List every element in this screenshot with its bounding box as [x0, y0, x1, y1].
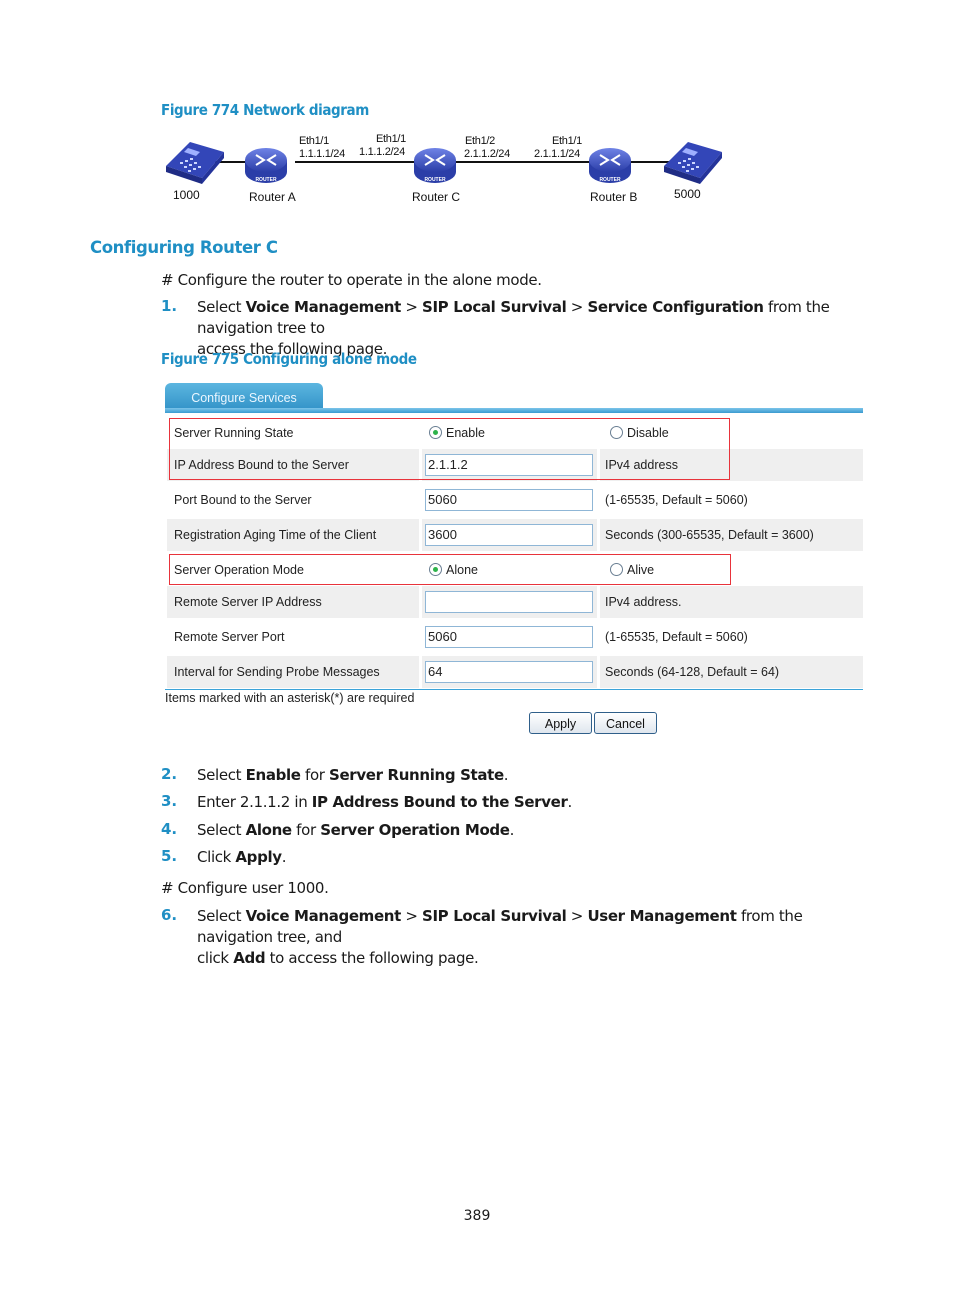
port-input[interactable]: 5060: [425, 489, 593, 511]
probe-interval-input[interactable]: 64: [425, 661, 593, 683]
svg-text:ROUTER: ROUTER: [255, 177, 277, 183]
node-label-router-b: Router B: [590, 190, 638, 204]
phone-icon-1000: [166, 142, 224, 184]
label-port: Port Bound to the Server: [174, 493, 312, 507]
if-c2-ip: 2.1.1.2/24: [464, 148, 510, 160]
svg-text:ROUTER: ROUTER: [599, 177, 621, 183]
if-b-ip: 2.1.1.1/24: [534, 148, 580, 160]
step-4-number: 4.: [161, 820, 178, 838]
step-5-text: Click Apply.: [197, 848, 287, 866]
cell-divider: [597, 586, 600, 618]
if-a-ip: 1.1.1.1/24: [299, 148, 345, 160]
row-probe-interval: Interval for Sending Probe Messages 64 S…: [167, 656, 863, 688]
section-title: Configuring Router C: [90, 238, 278, 257]
node-label-router-c: Router C: [412, 190, 461, 204]
apply-button[interactable]: Apply: [529, 712, 592, 734]
highlight-box-operation-mode: [169, 554, 731, 585]
label-probe-interval: Interval for Sending Probe Messages: [174, 665, 380, 679]
if-b-port: Eth1/1: [552, 135, 583, 147]
cell-divider: [419, 519, 422, 551]
router-icon-a: ROUTER: [245, 148, 287, 183]
node-label-router-a: Router A: [249, 190, 296, 204]
step-2-number: 2.: [161, 765, 178, 783]
label-remote-port: Remote Server Port: [174, 630, 285, 644]
hint-remote-ip: IPv4 address.: [605, 595, 682, 609]
remote-port-input[interactable]: 5060: [425, 626, 593, 648]
aging-time-input[interactable]: 3600: [425, 524, 593, 546]
row-remote-ip: Remote Server IP Address IPv4 address.: [167, 586, 863, 618]
if-c1-port: Eth1/1: [376, 133, 407, 145]
step-1-number: 1.: [161, 297, 178, 315]
hint-aging-time: Seconds (300-65535, Default = 3600): [605, 528, 814, 542]
cell-divider: [419, 586, 422, 618]
if-a-port: Eth1/1: [299, 135, 330, 147]
configure-user-text: # Configure user 1000.: [161, 879, 329, 897]
node-label-5000: 5000: [674, 187, 701, 201]
step-6-number: 6.: [161, 906, 178, 924]
phone-icon-5000: [664, 142, 722, 184]
router-icon-b: ROUTER: [589, 148, 631, 183]
step-3-number: 3.: [161, 792, 178, 810]
step-3-text: Enter 2.1.1.2 in IP Address Bound to the…: [197, 793, 572, 811]
hint-remote-port: (1-65535, Default = 5060): [605, 630, 748, 644]
router-icon-c: ROUTER: [414, 148, 456, 183]
node-label-1000: 1000: [173, 188, 200, 202]
label-remote-ip: Remote Server IP Address: [174, 595, 322, 609]
intro-text: # Configure the router to operate in the…: [161, 271, 542, 289]
hint-port: (1-65535, Default = 5060): [605, 493, 748, 507]
svg-text:ROUTER: ROUTER: [424, 177, 446, 183]
remote-ip-input[interactable]: [425, 591, 593, 613]
step-6-text: Select Voice Management > SIP Local Surv…: [197, 907, 803, 967]
cell-divider: [597, 519, 600, 551]
cell-divider: [419, 656, 422, 688]
tab-underline: [165, 408, 863, 413]
network-diagram: ROUTER ROUTER ROUTER Eth1/1 1.1.1.1/24 E…: [160, 130, 760, 210]
required-note: Items marked with an asterisk(*) are req…: [165, 691, 415, 705]
step-4-text: Select Alone for Server Operation Mode.: [197, 821, 515, 839]
if-c2-port: Eth1/2: [465, 135, 496, 147]
page-number: 389: [463, 1208, 491, 1224]
highlight-box-running-state: [169, 418, 730, 480]
row-aging-time: Registration Aging Time of the Client 36…: [167, 519, 863, 551]
hint-probe-interval: Seconds (64-128, Default = 64): [605, 665, 780, 679]
cancel-button[interactable]: Cancel: [594, 712, 657, 734]
form-bottom-line: [165, 689, 863, 690]
row-port: Port Bound to the Server 5060 (1-65535, …: [167, 484, 863, 516]
figure-775-caption: Figure 775 Configuring alone mode: [161, 350, 417, 368]
label-aging-time: Registration Aging Time of the Client: [174, 528, 377, 542]
row-remote-port: Remote Server Port 5060 (1-65535, Defaul…: [167, 621, 863, 653]
cell-divider: [597, 656, 600, 688]
if-c1-ip: 1.1.1.2/24: [359, 146, 405, 158]
step-2-text: Select Enable for Server Running State.: [197, 766, 509, 784]
step-5-number: 5.: [161, 847, 178, 865]
figure-774-caption: Figure 774 Network diagram: [161, 101, 369, 119]
